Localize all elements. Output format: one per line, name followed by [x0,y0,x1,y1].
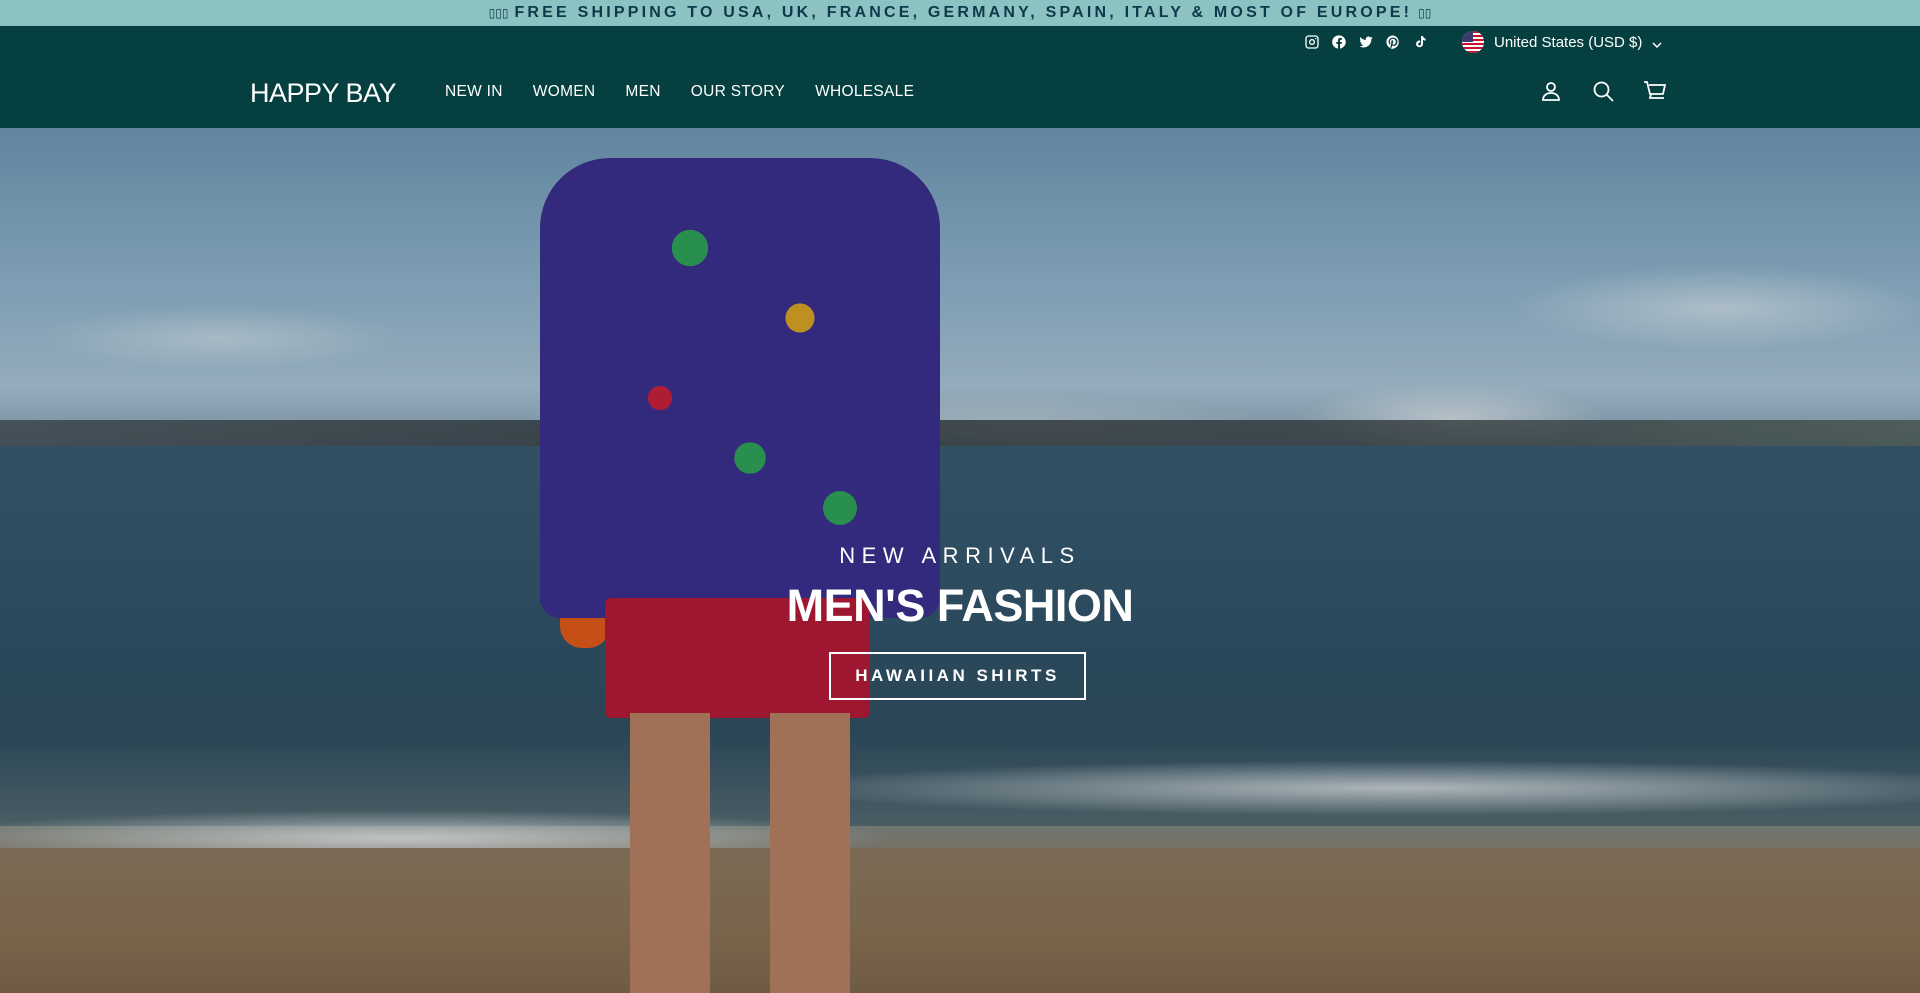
hero-kicker: NEW ARRIVALS [839,543,1081,568]
utility-bar: United States (USD $) [0,26,1920,58]
hero-headline: MEN'S FASHION [786,580,1134,631]
twitter-icon[interactable] [1356,32,1375,51]
announcement-text: FREE SHIPPING TO USA, UK, FRANCE, GERMAN… [514,4,1413,21]
header-icons [1538,78,1668,104]
account-icon[interactable] [1538,78,1564,104]
chevron-down-icon [1652,37,1662,49]
instagram-icon[interactable] [1302,32,1321,51]
nav-item-our-story[interactable]: OUR STORY [691,83,785,101]
nav-item-wholesale[interactable]: WHOLESALE [815,83,914,101]
main-nav: NEW IN WOMEN MEN OUR STORY WHOLESALE [445,83,944,101]
nav-item-women[interactable]: WOMEN [533,83,596,101]
us-flag-icon [1462,31,1484,53]
hawaiian-shirts-button[interactable]: HAWAIIAN SHIRTS [829,652,1086,700]
search-icon[interactable] [1590,78,1616,104]
facebook-icon[interactable] [1329,32,1348,51]
announcement-bar: ▯▯▯ FREE SHIPPING TO USA, UK, FRANCE, GE… [0,0,1920,26]
site-logo[interactable]: HAPPY BAY [250,78,397,109]
tiktok-icon[interactable] [1410,32,1429,51]
hero-banner: NEW ARRIVALS MEN'S FASHION HAWAIIAN SHIR… [0,128,1920,993]
site-header: United States (USD $) HAPPY BAY NEW IN W… [0,26,1920,128]
nav-item-new-in[interactable]: NEW IN [445,83,503,101]
currency-label: United States (USD $) [1494,33,1643,51]
currency-selector[interactable]: United States (USD $) [1462,30,1662,54]
nav-item-men[interactable]: MEN [625,83,660,101]
social-links [1302,32,1429,51]
flag-emoji-lead: ▯▯▯ [488,6,509,20]
flag-emoji-trail: ▯▯ [1418,6,1432,20]
cart-icon[interactable] [1642,78,1668,104]
hero-text: NEW ARRIVALS MEN'S FASHION HAWAIIAN SHIR… [0,128,1920,993]
pinterest-icon[interactable] [1383,32,1402,51]
